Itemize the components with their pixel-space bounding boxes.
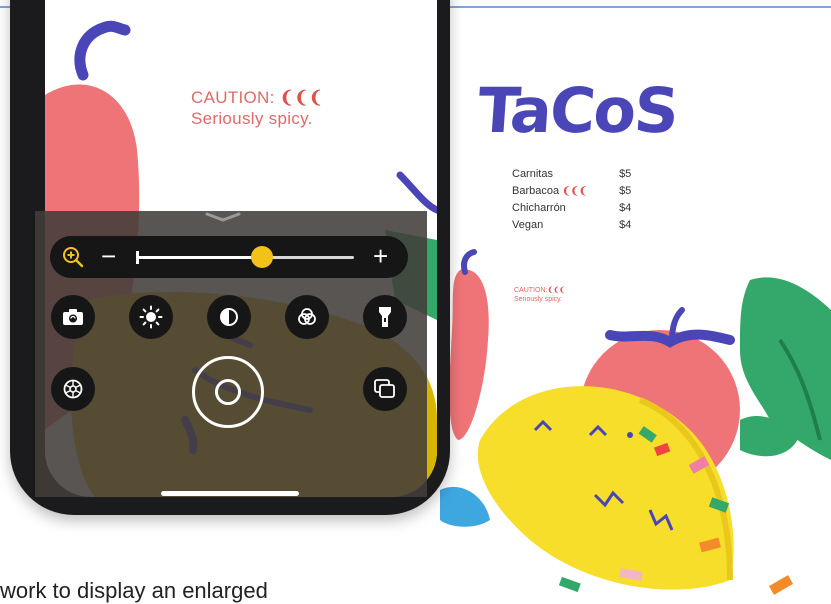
zoom-in-button[interactable]: + xyxy=(373,241,388,271)
shutter-inner-ring xyxy=(215,379,241,405)
screen-caution-text: CAUTION: ❨❨❨ Seriously spicy. xyxy=(191,88,324,128)
flashlight-button[interactable] xyxy=(363,295,407,339)
zoom-icon[interactable] xyxy=(62,246,84,268)
brightness-button[interactable] xyxy=(129,295,173,339)
filters-button[interactable] xyxy=(285,295,329,339)
contrast-button[interactable] xyxy=(207,295,251,339)
settings-icon xyxy=(63,379,83,399)
filters-icon xyxy=(298,308,316,325)
switch-camera-button[interactable] xyxy=(51,295,95,339)
menu-item: Barbacoa ❨❨❨ $5 xyxy=(512,185,632,197)
zoom-out-button[interactable]: − xyxy=(101,241,116,271)
pepper-icons: ❨❨❨ xyxy=(279,88,324,107)
home-indicator[interactable] xyxy=(161,491,299,496)
multi-image-button[interactable] xyxy=(363,367,407,411)
camera-switch-icon xyxy=(63,309,83,325)
poster-caution: CAUTION:❨❨❨ Seriously spicy. xyxy=(514,287,566,303)
flashlight-icon xyxy=(379,307,391,327)
contrast-icon xyxy=(220,308,238,326)
menu-item: Chicharrón $4 xyxy=(512,202,632,214)
collapse-handle-icon[interactable] xyxy=(203,212,243,222)
pepper-icons: ❨❨❨ xyxy=(562,186,588,197)
settings-button[interactable] xyxy=(51,367,95,411)
menu-item: Carnitas $5 xyxy=(512,168,632,180)
caption-text: work to display an enlarged xyxy=(0,578,268,603)
brightness-icon xyxy=(139,305,163,329)
zoom-slider-fill xyxy=(136,256,263,259)
poster-title: TaCoS xyxy=(475,74,680,147)
multi-image-icon xyxy=(374,379,395,398)
menu-item: Vegan $4 xyxy=(512,219,632,231)
poster-menu: Carnitas $5 Barbacoa ❨❨❨ $5 Chicharrón $4… xyxy=(512,166,642,234)
